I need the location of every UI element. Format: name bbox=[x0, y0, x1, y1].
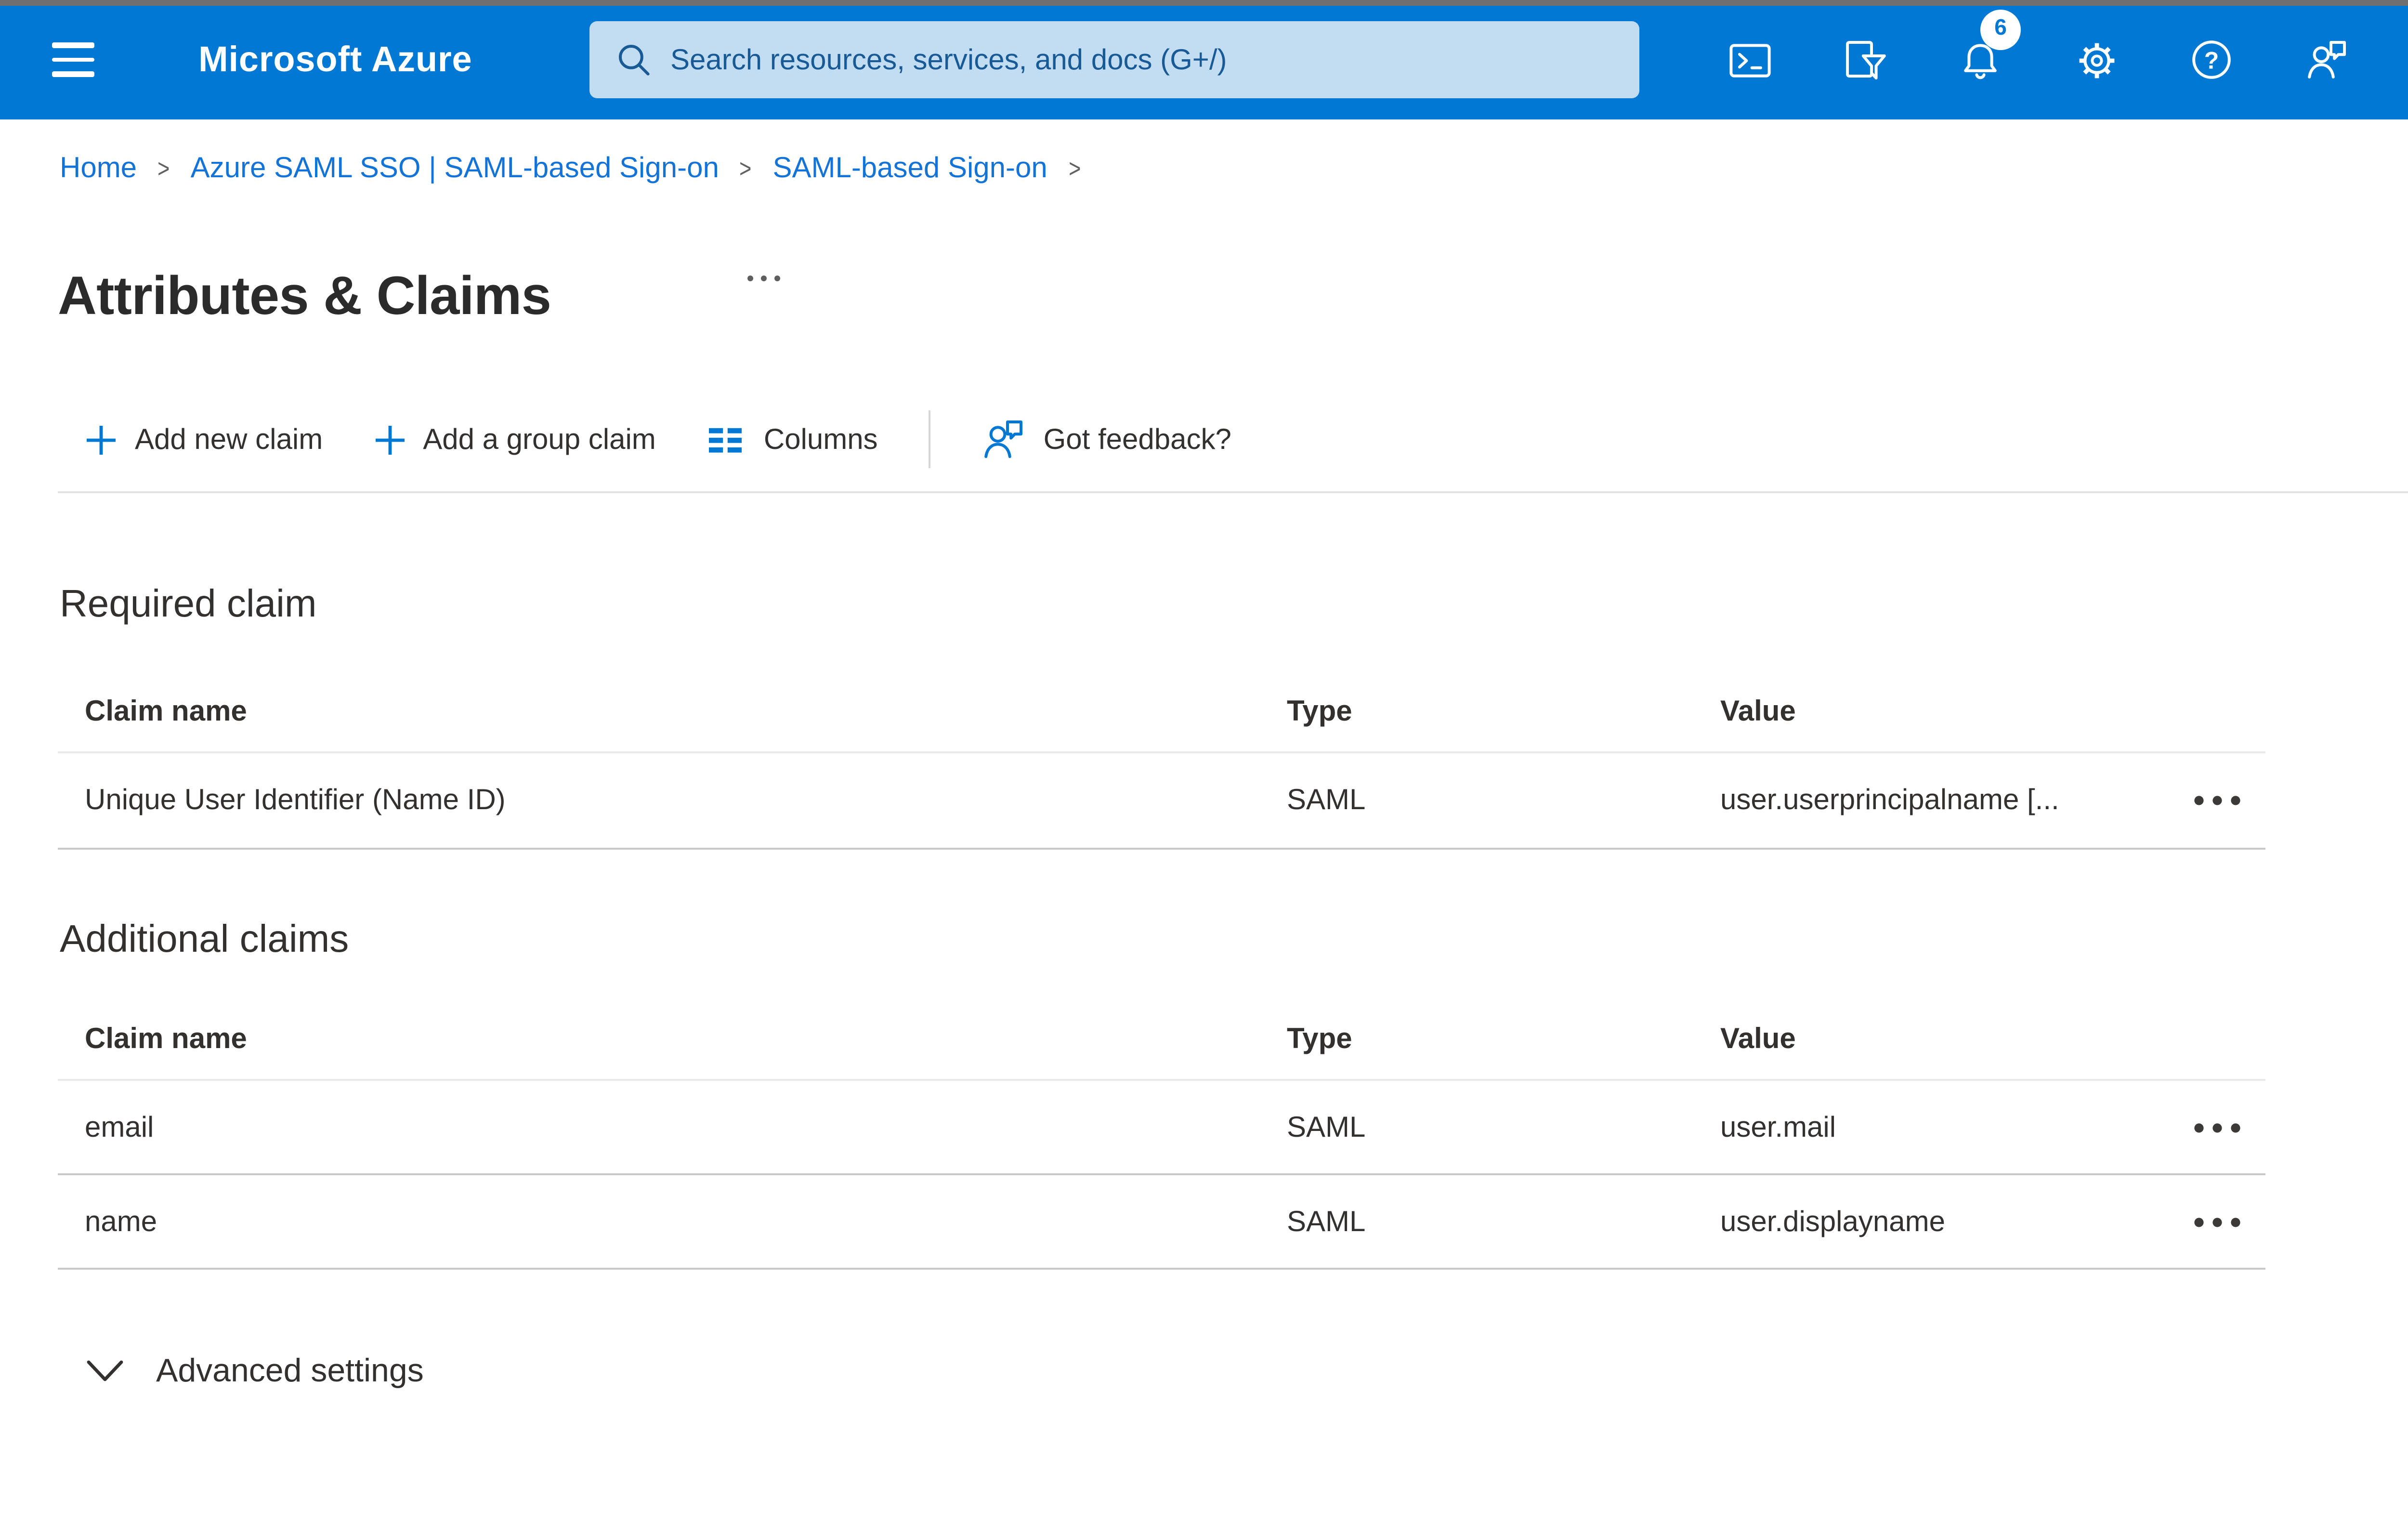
claim-value-cell: user.userprincipalname [... bbox=[1720, 784, 2059, 817]
add-new-claim-button[interactable]: Add new claim bbox=[85, 423, 323, 456]
cloud-shell-button[interactable] bbox=[1691, 0, 1807, 119]
additional-claims-heading: Additional claims bbox=[60, 919, 349, 961]
table-header-row: Claim name Type Value bbox=[58, 670, 2265, 753]
brand-title[interactable]: Microsoft Azure bbox=[198, 0, 472, 119]
columns-label: Columns bbox=[763, 423, 878, 456]
breadcrumb: Home > Azure SAML SSO | SAML-based Sign-… bbox=[60, 152, 1101, 185]
topbar-icon-group: 6 ? bbox=[1691, 0, 2385, 119]
ellipsis-icon bbox=[2194, 1122, 2240, 1132]
feedback-icon bbox=[983, 420, 1022, 458]
feedback-icon bbox=[2308, 41, 2346, 79]
breadcrumb-separator: > bbox=[157, 154, 170, 183]
toolbar-divider-rule bbox=[58, 491, 2408, 493]
ellipsis-icon bbox=[2194, 796, 2240, 805]
row-context-menu-button[interactable] bbox=[2185, 1198, 2250, 1245]
required-claim-table: Claim name Type Value Unique User Identi… bbox=[58, 670, 2265, 850]
command-bar: Add new claim Add a group claim Columns bbox=[85, 405, 1231, 474]
notifications-button[interactable]: 6 bbox=[1923, 0, 2038, 119]
feedback-button[interactable] bbox=[2269, 0, 2385, 119]
column-header-claim-name: Claim name bbox=[85, 695, 247, 727]
claim-type-cell: SAML bbox=[1287, 1205, 1366, 1238]
ellipsis-icon bbox=[746, 275, 779, 280]
add-group-claim-button[interactable]: Add a group claim bbox=[373, 423, 656, 456]
breadcrumb-home[interactable]: Home bbox=[60, 152, 137, 185]
add-new-claim-label: Add new claim bbox=[135, 423, 323, 456]
plus-icon bbox=[87, 425, 116, 454]
column-header-claim-name: Claim name bbox=[85, 1023, 247, 1056]
claim-name-cell: Unique User Identifier (Name ID) bbox=[85, 784, 506, 817]
plus-icon bbox=[375, 425, 404, 454]
breadcrumb-saml-signon[interactable]: SAML-based Sign-on bbox=[772, 152, 1047, 185]
claim-type-cell: SAML bbox=[1287, 784, 1366, 817]
help-icon: ? bbox=[2192, 40, 2231, 79]
breadcrumb-separator: > bbox=[1068, 154, 1081, 183]
claim-value-cell: user.displayname bbox=[1720, 1205, 1945, 1238]
hamburger-bar bbox=[52, 43, 94, 48]
advanced-settings-toggle[interactable]: Advanced settings bbox=[85, 1352, 424, 1391]
directories-filter-icon bbox=[1845, 40, 1885, 79]
advanced-settings-label: Advanced settings bbox=[156, 1352, 424, 1389]
gear-icon bbox=[2078, 42, 2114, 78]
additional-claims-table: Claim name Type Value email SAML user.ma… bbox=[58, 1000, 2265, 1270]
got-feedback-label: Got feedback? bbox=[1043, 423, 1231, 456]
row-context-menu-button[interactable] bbox=[2185, 777, 2250, 824]
breadcrumb-app[interactable]: Azure SAML SSO | SAML-based Sign-on bbox=[191, 152, 719, 185]
svg-text:?: ? bbox=[2204, 47, 2219, 74]
claim-type-cell: SAML bbox=[1287, 1111, 1366, 1143]
settings-button[interactable] bbox=[2038, 0, 2154, 119]
global-search bbox=[589, 21, 1639, 98]
required-claim-heading: Required claim bbox=[60, 584, 317, 626]
claim-name-cell: name bbox=[85, 1205, 157, 1238]
column-header-type: Type bbox=[1287, 695, 1352, 727]
window-edge bbox=[0, 0, 2408, 5]
claim-value-cell: user.mail bbox=[1720, 1111, 1836, 1143]
table-row[interactable]: email SAML user.mail bbox=[58, 1081, 2265, 1175]
top-bar: Microsoft Azure Search resources, servic… bbox=[0, 0, 2408, 119]
column-header-value: Value bbox=[1720, 1023, 1796, 1056]
directories-filter-button[interactable] bbox=[1807, 0, 1923, 119]
columns-button[interactable]: Columns bbox=[706, 419, 878, 460]
ellipsis-icon bbox=[2194, 1217, 2240, 1226]
claim-name-cell: email bbox=[85, 1111, 154, 1143]
table-header-row: Claim name Type Value bbox=[58, 1000, 2265, 1081]
cloud-shell-icon bbox=[1728, 43, 1770, 77]
columns-icon bbox=[709, 427, 743, 452]
page-context-menu-button[interactable] bbox=[740, 262, 786, 293]
toolbar-divider bbox=[928, 410, 930, 468]
column-header-type: Type bbox=[1287, 1023, 1352, 1056]
got-feedback-button[interactable]: Got feedback? bbox=[980, 416, 1231, 462]
add-group-claim-label: Add a group claim bbox=[423, 423, 656, 456]
table-row[interactable]: Unique User Identifier (Name ID) SAML us… bbox=[58, 753, 2265, 850]
search-input[interactable] bbox=[653, 21, 1639, 98]
column-header-value: Value bbox=[1720, 695, 1796, 727]
help-button[interactable]: ? bbox=[2154, 0, 2269, 119]
hamburger-menu-icon[interactable] bbox=[31, 21, 116, 98]
hamburger-bar bbox=[52, 71, 94, 77]
table-row[interactable]: name SAML user.displayname bbox=[58, 1175, 2265, 1270]
notification-count-badge: 6 bbox=[1980, 10, 2021, 50]
page-title: Attributes & Claims bbox=[58, 265, 551, 325]
hamburger-bar bbox=[52, 57, 94, 62]
chevron-down-icon bbox=[87, 1360, 123, 1381]
row-context-menu-button[interactable] bbox=[2185, 1104, 2250, 1150]
search-icon bbox=[619, 45, 650, 76]
breadcrumb-separator: > bbox=[740, 154, 752, 183]
azure-portal-page: Microsoft Azure Search resources, servic… bbox=[0, 0, 2408, 1523]
